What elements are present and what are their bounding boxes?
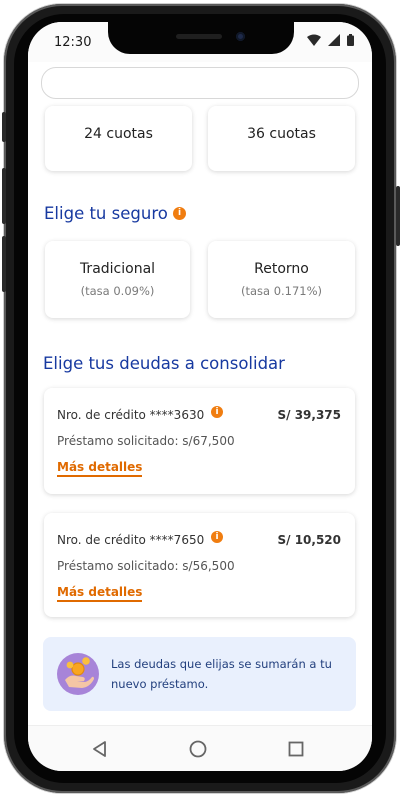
side-button-right (396, 186, 400, 246)
status-time: 12:30 (54, 35, 92, 50)
debt-card[interactable]: Nro. de crédito ****7650 i S/ 10,520 Pré… (44, 513, 355, 617)
insurance-option-name: Tradicional (79, 261, 156, 277)
search-input[interactable] (41, 67, 359, 99)
wifi-icon (307, 34, 321, 46)
installment-label: 36 cuotas (247, 126, 316, 142)
insurance-option-rate: (tasa 0.09%) (80, 284, 155, 298)
notice-text: Las deudas que elijas se sumarán a tu nu… (111, 657, 332, 691)
more-details-link[interactable]: Más detalles (57, 585, 143, 602)
info-icon[interactable]: i (211, 531, 223, 543)
debt-credit-number: Nro. de crédito ****7650 (57, 533, 205, 547)
debt-amount: S/ 39,375 (277, 408, 341, 422)
installment-option-24[interactable]: 24 cuotas (45, 106, 192, 171)
info-notice: Las deudas que elijas se sumarán a tu nu… (43, 637, 356, 711)
signal-icon (328, 34, 340, 46)
debt-requested-loan: Préstamo solicitado: s/56,500 (57, 559, 235, 573)
power-button (2, 236, 6, 292)
phone-screen: 12:30 24 cuotas 36 cuotas Elige tu segur… (28, 22, 372, 771)
debt-credit-number: Nro. de crédito ****3630 (57, 408, 205, 422)
debts-section-title: Elige tus deudas a consolidar (43, 354, 285, 373)
back-triangle-icon[interactable] (91, 740, 109, 758)
battery-icon (347, 34, 354, 46)
recents-square-icon[interactable] (288, 741, 304, 757)
notch (108, 22, 294, 54)
insurance-option-retorno[interactable]: Retorno (tasa 0.171%) (208, 241, 355, 318)
volume-up-button (2, 112, 6, 142)
hand-coin-icon (57, 653, 99, 695)
more-details-link[interactable]: Más detalles (57, 460, 143, 477)
insurance-option-tradicional[interactable]: Tradicional (tasa 0.09%) (45, 241, 190, 318)
installment-label: 24 cuotas (84, 126, 153, 142)
info-icon[interactable]: i (211, 406, 223, 418)
debt-amount: S/ 10,520 (277, 533, 341, 547)
home-circle-icon[interactable] (189, 740, 207, 758)
insurance-option-name: Retorno (254, 261, 309, 277)
status-icons (307, 34, 354, 46)
debt-requested-loan: Préstamo solicitado: s/67,500 (57, 434, 235, 448)
info-icon[interactable]: i (173, 207, 186, 220)
debt-card[interactable]: Nro. de crédito ****3630 i S/ 39,375 Pré… (44, 388, 355, 494)
earpiece-speaker (176, 34, 222, 39)
volume-down-button (2, 168, 6, 224)
installment-option-36[interactable]: 36 cuotas (208, 106, 355, 171)
android-nav-bar (28, 725, 372, 771)
insurance-option-rate: (tasa 0.171%) (240, 284, 323, 298)
front-camera (236, 32, 245, 41)
insurance-section-title: Elige tu seguro (44, 204, 168, 223)
